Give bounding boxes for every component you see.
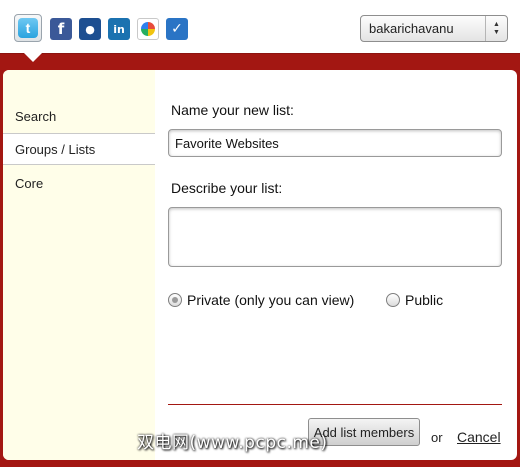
sidebar: Search Groups / Lists Core: [3, 70, 155, 460]
list-description-label: Describe your list:: [171, 180, 283, 196]
private-option[interactable]: Private (only you can view): [168, 292, 354, 308]
linkedin-icon[interactable]: in: [108, 18, 130, 40]
sidebar-item-label: Core: [15, 175, 44, 191]
list-name-label: Name your new list:: [171, 102, 294, 118]
google-buzz-icon[interactable]: [137, 18, 159, 40]
sidebar-item-groups-lists[interactable]: Groups / Lists: [3, 133, 155, 165]
facebook-icon[interactable]: f: [50, 18, 72, 40]
public-radio[interactable]: [386, 293, 400, 307]
twitter-tab[interactable]: t: [14, 14, 42, 42]
sidebar-item-label: Groups / Lists: [15, 141, 96, 157]
sidebar-item-search[interactable]: Search: [3, 100, 155, 132]
active-tab-pointer: [24, 53, 42, 62]
buzz-logo: [141, 22, 155, 36]
updown-arrows-icon: ▲ ▼: [485, 16, 507, 41]
form-divider: [168, 404, 502, 405]
main-panel: Search Groups / Lists Core Name your new…: [3, 70, 517, 460]
list-name-input[interactable]: [168, 129, 502, 157]
myspace-icon[interactable]: ●: [79, 18, 101, 40]
checkmark-icon[interactable]: ✓: [166, 18, 188, 40]
twitter-icon: t: [18, 18, 38, 38]
account-select-value: bakarichavanu: [369, 21, 454, 36]
or-text: or: [431, 430, 443, 445]
cancel-link[interactable]: Cancel: [457, 429, 501, 445]
list-description-input[interactable]: [168, 207, 502, 267]
private-radio[interactable]: [168, 293, 182, 307]
account-select[interactable]: bakarichavanu ▲ ▼: [360, 15, 508, 42]
private-label: Private (only you can view): [187, 292, 355, 308]
public-option[interactable]: Public: [386, 292, 443, 308]
public-label: Public: [405, 292, 444, 308]
sidebar-item-core[interactable]: Core: [3, 167, 155, 199]
sidebar-item-label: Search: [15, 108, 57, 124]
watermark: 双电网(www.pcpc.me): [137, 433, 328, 453]
service-toolbar: t f ● in ✓ bakarichavanu ▲ ▼: [0, 0, 520, 54]
